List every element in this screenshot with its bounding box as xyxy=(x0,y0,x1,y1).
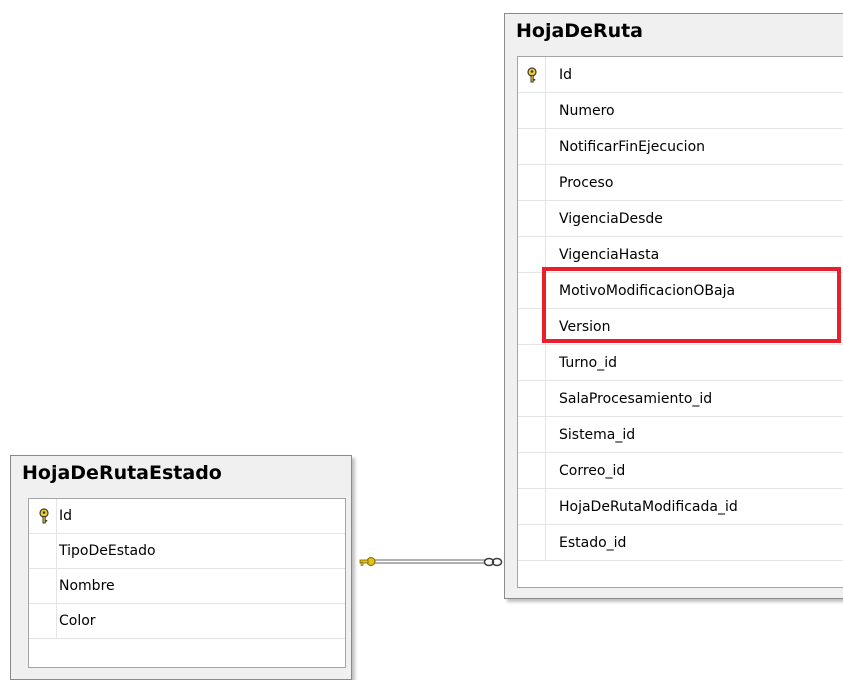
column-row[interactable]: TipoDeEstado xyxy=(29,534,345,569)
key-icon xyxy=(359,557,376,566)
column-name: Proceso xyxy=(559,175,614,191)
row-gutter xyxy=(29,604,57,638)
row-gutter xyxy=(518,129,546,164)
row-gutter xyxy=(29,534,57,568)
column-row[interactable]: Sistema_id xyxy=(518,417,843,453)
column-name: Numero xyxy=(559,103,615,119)
column-grid: Id TipoDeEstado Nombre Color xyxy=(28,498,346,668)
column-name: Turno_id xyxy=(559,355,618,371)
column-name: HojaDeRutaModificada_id xyxy=(559,499,738,515)
column-list: Id TipoDeEstado Nombre Color xyxy=(29,499,345,639)
row-gutter xyxy=(29,569,57,603)
row-gutter xyxy=(518,165,546,200)
row-gutter xyxy=(518,93,546,128)
column-row[interactable]: HojaDeRutaModificada_id xyxy=(518,489,843,525)
primary-key-icon xyxy=(526,67,538,83)
column-row[interactable]: Id xyxy=(518,57,843,93)
column-row[interactable]: Id xyxy=(29,499,345,534)
column-name: Sistema_id xyxy=(559,427,636,443)
column-row[interactable]: Estado_id xyxy=(518,525,843,561)
column-row[interactable]: Correo_id xyxy=(518,453,843,489)
highlight-box xyxy=(542,267,841,343)
column-row[interactable]: Proceso xyxy=(518,165,843,201)
column-row[interactable]: Color xyxy=(29,604,345,639)
column-row[interactable]: Nombre xyxy=(29,569,345,604)
infinity-icon xyxy=(483,557,503,567)
row-gutter xyxy=(518,201,546,236)
primary-key-icon xyxy=(38,508,50,524)
column-name: Correo_id xyxy=(559,463,626,479)
column-name: Color xyxy=(59,613,96,629)
row-gutter xyxy=(518,381,546,416)
column-name: Nombre xyxy=(59,578,115,594)
column-name: Estado_id xyxy=(559,535,627,551)
table-title: HojaDeRutaEstado xyxy=(22,462,222,484)
column-name: Id xyxy=(59,508,73,524)
column-row[interactable]: Numero xyxy=(518,93,843,129)
row-gutter xyxy=(518,525,546,560)
row-gutter xyxy=(518,489,546,524)
column-name: VigenciaDesde xyxy=(559,211,663,227)
column-row[interactable]: NotificarFinEjecucion xyxy=(518,129,843,165)
table-hojaderutaestado[interactable]: HojaDeRutaEstado Id TipoDeEstado Nombre Col… xyxy=(10,455,352,680)
row-gutter xyxy=(518,345,546,380)
table-title: HojaDeRuta xyxy=(516,20,644,42)
column-name: Id xyxy=(559,67,573,83)
row-gutter xyxy=(518,453,546,488)
row-gutter xyxy=(518,417,546,452)
column-row[interactable]: SalaProcesamiento_id xyxy=(518,381,843,417)
column-name: SalaProcesamiento_id xyxy=(559,391,713,407)
column-row[interactable]: Turno_id xyxy=(518,345,843,381)
column-row[interactable]: VigenciaDesde xyxy=(518,201,843,237)
column-name: TipoDeEstado xyxy=(59,543,156,559)
column-name: NotificarFinEjecucion xyxy=(559,139,706,155)
